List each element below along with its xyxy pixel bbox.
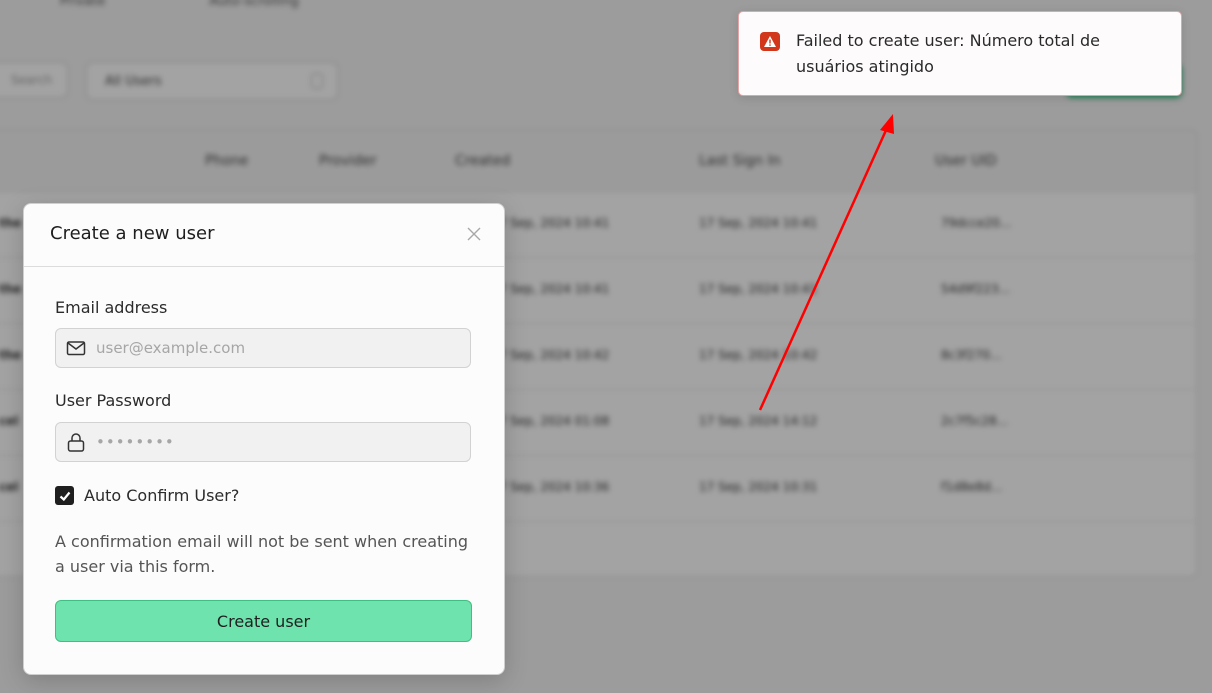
create-user-button[interactable]: Create user — [55, 600, 472, 642]
password-input[interactable]: •••••••• — [96, 433, 175, 451]
auto-confirm-checkbox[interactable]: Auto Confirm User? — [55, 486, 239, 505]
create-user-dialog: Create a new user Email address User Pas… — [23, 203, 505, 675]
confirmation-help-text: A confirmation email will not be sent wh… — [55, 532, 469, 576]
dialog-title: Create a new user — [50, 223, 215, 244]
check-icon — [59, 491, 70, 501]
mail-icon — [66, 338, 86, 358]
email-input[interactable] — [96, 339, 456, 357]
warning-icon — [760, 32, 780, 51]
close-icon — [467, 227, 481, 241]
error-toast: Failed to create user: Número total de u… — [738, 11, 1182, 96]
toast-message: Failed to create user: Número total de u… — [796, 31, 1100, 76]
checkbox-box[interactable] — [55, 486, 74, 505]
email-field[interactable] — [55, 328, 471, 368]
email-label: Email address — [55, 298, 168, 317]
dialog-header: Create a new user — [24, 204, 504, 267]
close-button[interactable] — [466, 226, 482, 242]
password-label: User Password — [55, 391, 172, 410]
auto-confirm-label: Auto Confirm User? — [84, 486, 240, 505]
lock-icon — [66, 432, 86, 452]
password-field[interactable]: •••••••• — [55, 422, 471, 462]
